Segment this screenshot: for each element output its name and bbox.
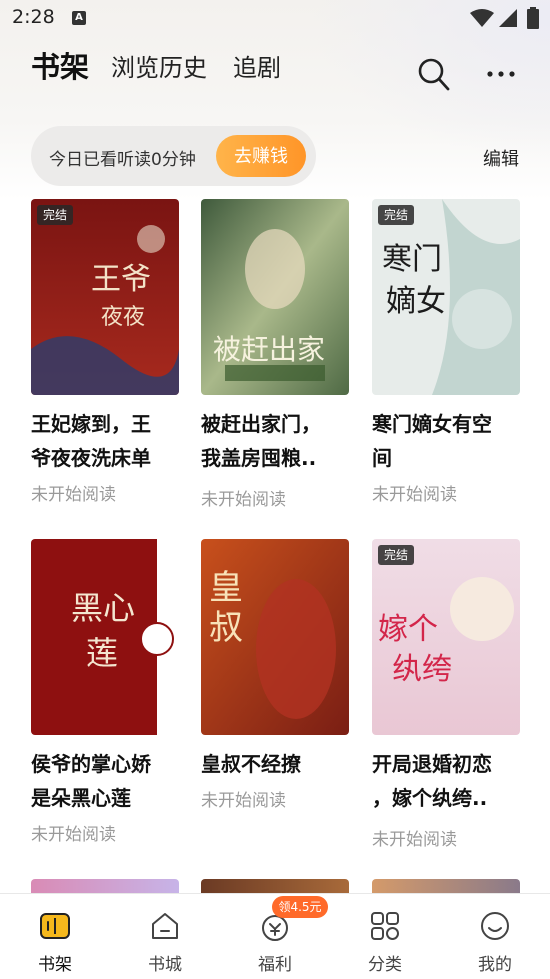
book-title-line: 被赶出家门， (201, 412, 321, 436)
tab-drama[interactable]: 追剧 (233, 48, 281, 83)
category-icon (371, 912, 399, 940)
book-cover[interactable]: 皇 叔 (201, 539, 349, 735)
svg-text:被赶出家: 被赶出家 (213, 333, 325, 366)
more-icon[interactable] (486, 70, 516, 78)
book-title-line: 是朵黑心莲 (31, 786, 131, 810)
status-bar: 2:28 A (0, 0, 550, 36)
nav-bookstore[interactable]: 书城 (110, 894, 220, 979)
book-status: 未开始阅读 (31, 485, 116, 505)
book-title[interactable]: 侯爷的掌心娇 是朵黑心莲 (31, 747, 181, 815)
book-title[interactable]: 王妃嫁到，王 爷夜夜洗床单 (31, 407, 181, 475)
svg-text:叔: 叔 (209, 608, 243, 648)
bookshelf-icon (40, 913, 70, 939)
svg-text:纨绔: 纨绔 (392, 652, 452, 687)
book-title-line: 我盖房囤粮.. (201, 446, 317, 470)
book-title-line: 间 (372, 446, 392, 470)
bookstore-icon (152, 913, 178, 939)
book-status: 未开始阅读 (31, 825, 116, 845)
notification-icon: A (72, 11, 86, 25)
book-title[interactable]: 被赶出家门， 我盖房囤粮.. (201, 407, 351, 475)
book-status: 未开始阅读 (372, 485, 457, 505)
svg-text:皇: 皇 (209, 568, 243, 608)
reading-time-text: 今日已看听读0分钟 (49, 150, 196, 170)
signal-icon (499, 9, 517, 27)
reward-badge[interactable]: 领4.5元 (272, 896, 328, 918)
book-title[interactable]: 开局退婚初恋 ，嫁个纨绔.. (372, 747, 522, 815)
book-status: 未开始阅读 (201, 791, 286, 811)
book-title-line: 寒门嫡女有空 (372, 412, 492, 436)
svg-text:夜夜: 夜夜 (101, 305, 145, 330)
svg-text:黑心: 黑心 (71, 589, 135, 627)
nav-profile[interactable]: 我的 (440, 894, 550, 979)
book-cover[interactable]: 黑心 莲 (31, 539, 179, 735)
book-cover[interactable]: 嫁个 纨绔 (372, 539, 520, 735)
book-cover[interactable]: 寒门 嫡女 (372, 199, 520, 395)
book-title-line: 侯爷的掌心娇 (31, 752, 151, 776)
book-status: 未开始阅读 (372, 830, 457, 850)
book-title[interactable]: 寒门嫡女有空 间 (372, 407, 522, 475)
completed-badge: 完结 (378, 545, 415, 565)
nav-label: 福利 (258, 955, 292, 975)
nav-label: 我的 (478, 955, 512, 975)
profile-icon (481, 912, 509, 940)
status-time: 2:28 (12, 6, 55, 28)
wifi-icon (470, 9, 494, 27)
book-title-line: 开局退婚初恋 (372, 752, 492, 776)
book-cover[interactable]: 王爷 夜夜 (31, 199, 179, 395)
search-icon[interactable] (418, 58, 450, 92)
battery-icon (527, 7, 539, 29)
tab-bookshelf[interactable]: 书架 (31, 44, 89, 86)
nav-label: 分类 (368, 955, 402, 975)
nav-category[interactable]: 分类 (330, 894, 440, 979)
nav-label: 书架 (38, 955, 72, 975)
nav-label: 书城 (148, 955, 182, 975)
nav-bookshelf[interactable]: 书架 (0, 894, 110, 979)
completed-badge: 完结 (378, 205, 415, 225)
svg-text:嫁个: 嫁个 (378, 612, 438, 647)
book-title-line: 王妃嫁到，王 (31, 412, 151, 436)
svg-text:莲: 莲 (86, 634, 118, 672)
edit-button[interactable]: 编辑 (483, 145, 519, 171)
book-title-line: 皇叔不经撩 (201, 752, 301, 776)
cover-title: 王爷 (91, 262, 151, 297)
book-title-line: 爷夜夜洗床单 (31, 446, 151, 470)
svg-text:寒门: 寒门 (382, 242, 442, 277)
book-title[interactable]: 皇叔不经撩 (201, 747, 351, 781)
tab-history[interactable]: 浏览历史 (111, 48, 207, 83)
completed-badge: 完结 (37, 205, 74, 225)
svg-text:嫡女: 嫡女 (386, 284, 446, 319)
book-title-line: ，嫁个纨绔.. (372, 786, 488, 810)
earn-money-button[interactable]: 去赚钱 (216, 135, 306, 177)
book-status: 未开始阅读 (201, 490, 286, 510)
book-cover[interactable]: 被赶出家 (201, 199, 349, 395)
